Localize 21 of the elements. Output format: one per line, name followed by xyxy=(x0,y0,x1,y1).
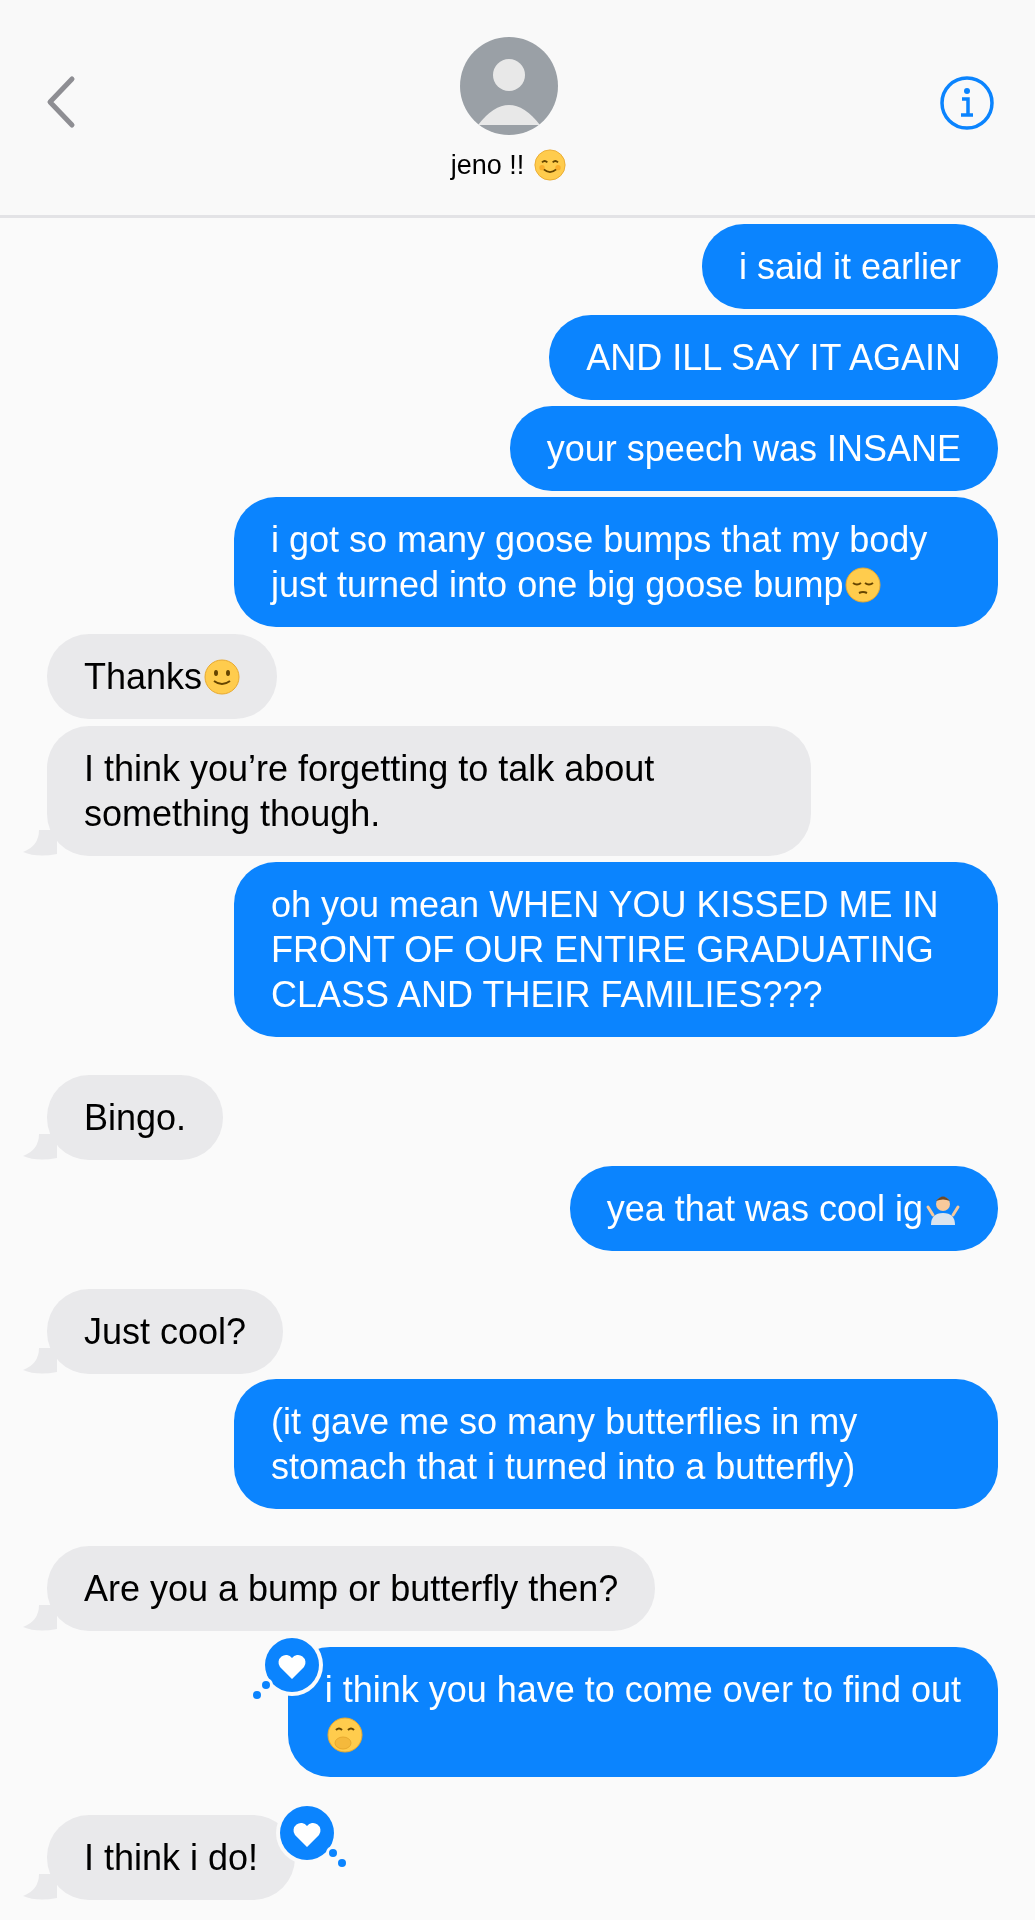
smiling-face-icon xyxy=(534,148,567,181)
avatar[interactable] xyxy=(459,37,558,135)
message-bubble[interactable]: i said it earlier xyxy=(701,224,998,309)
message-bubble[interactable]: Are you a bump or butterfly then? xyxy=(47,1546,656,1631)
message-bubble[interactable]: I think i do! xyxy=(47,1815,296,1900)
message-bubble[interactable]: oh you mean WHEN YOU KISSED ME IN FRONT OF OUR ENTIRE GRADUATING CLASS AND THEIR FAMILIES??? xyxy=(234,862,998,1037)
message-bubble[interactable]: yea that was cool ig xyxy=(569,1166,998,1251)
info-icon[interactable] xyxy=(939,75,995,131)
message-bubble[interactable]: AND ILL SAY IT AGAIN xyxy=(549,315,998,400)
message-bubble[interactable]: Bingo. xyxy=(47,1075,224,1160)
pensive-face-icon xyxy=(845,567,882,603)
message-bubble[interactable]: i got so many goose bumps that my body just turned into one big goose bump xyxy=(234,497,998,627)
face-with-hand-icon xyxy=(326,1717,363,1753)
message-bubble[interactable]: (it gave me so many butterflies in my stomach that i turned into a butterfly) xyxy=(234,1379,998,1509)
message-bubble[interactable]: Just cool? xyxy=(47,1289,284,1374)
contact-name[interactable]: jeno !! xyxy=(450,145,525,186)
message-bubble[interactable]: i think you have to come over to find out xyxy=(287,1647,998,1777)
message-bubble[interactable]: Thanks xyxy=(47,634,278,719)
message-bubble[interactable]: I think you’re forgetting to talk about something though. xyxy=(47,726,811,856)
message-bubble[interactable]: your speech was INSANE xyxy=(509,406,998,491)
smiling-face-icon xyxy=(204,659,241,695)
